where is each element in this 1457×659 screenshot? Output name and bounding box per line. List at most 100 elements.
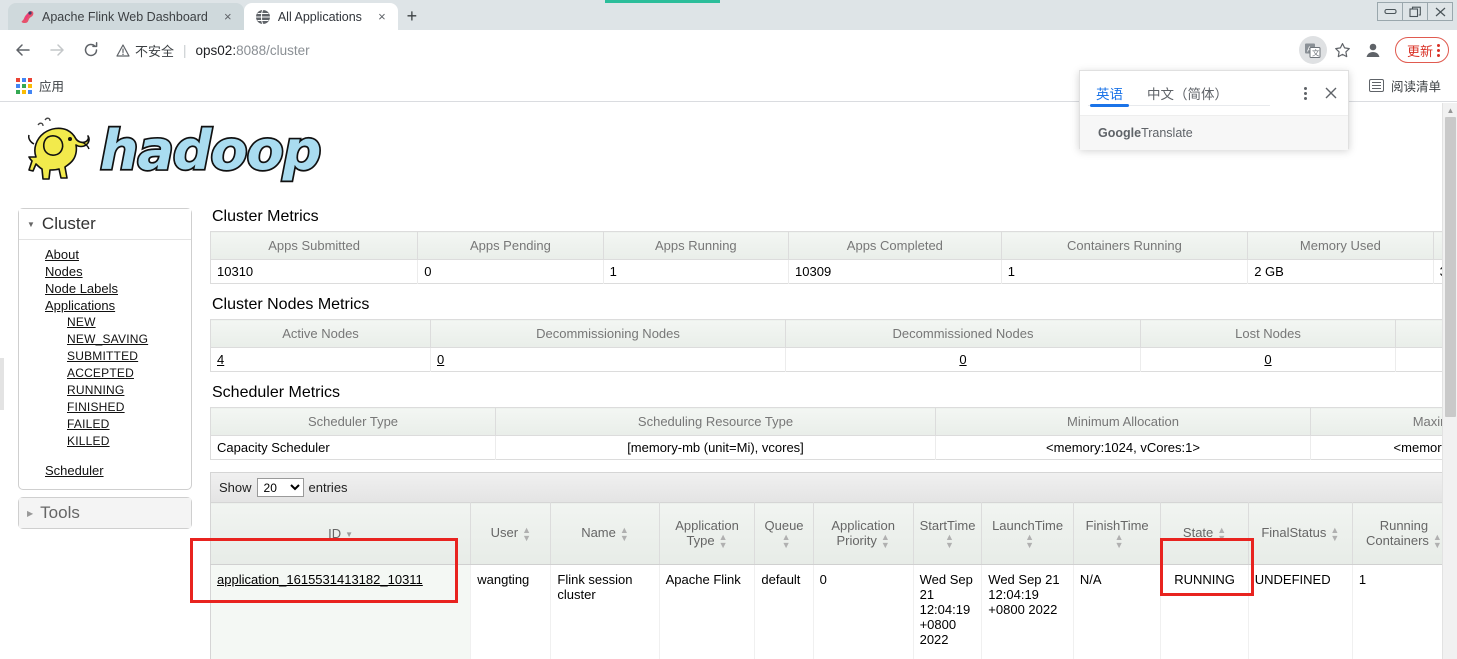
google-brand-label: Google	[1098, 126, 1142, 140]
sidebar-item-new[interactable]: NEW	[19, 314, 191, 331]
col-decommissioned-nodes[interactable]: Decommissioned Nodes	[785, 319, 1141, 348]
page-resize-handle[interactable]	[0, 358, 4, 410]
cell-maximum-allocation: <memory:8192, vCores:8>	[1310, 435, 1457, 460]
cell-active-nodes[interactable]: 4	[217, 352, 224, 367]
sidebar-item-applications[interactable]: Applications	[19, 297, 191, 314]
sidebar-item-submitted[interactable]: SUBMITTED	[19, 348, 191, 365]
minimize-icon[interactable]	[1377, 2, 1403, 21]
three-dot-menu-icon[interactable]	[1437, 43, 1440, 57]
window-controls	[1377, 2, 1453, 21]
avatar-icon[interactable]	[1359, 36, 1387, 64]
sidebar-item-finished[interactable]: FINISHED	[19, 399, 191, 416]
three-dot-menu-icon[interactable]	[1292, 80, 1318, 106]
sidebar-item-failed[interactable]: FAILED	[19, 416, 191, 433]
col-apps-submitted[interactable]: Apps Submitted	[210, 231, 419, 260]
translate-tab-english[interactable]: 英语	[1084, 71, 1135, 115]
col-finalstatus[interactable]: FinalStatus ▲ ▼	[1248, 502, 1353, 565]
col-decommissioning-nodes[interactable]: Decommissioning Nodes	[430, 319, 786, 348]
sort-desc-icon: ▼	[345, 529, 354, 539]
svg-text:hadoop: hadoop	[100, 119, 320, 182]
col-launchtime[interactable]: LaunchTime ▲ ▼	[981, 502, 1074, 565]
not-secure-indicator[interactable]: 不安全	[116, 41, 174, 60]
cell-scheduling-resource-type: [memory-mb (unit=Mi), vcores]	[495, 435, 936, 460]
new-tab-button[interactable]: +	[398, 3, 426, 30]
sidebar-item-running[interactable]: RUNNING	[19, 382, 191, 399]
sidebar-cluster-header[interactable]: ▼ Cluster	[19, 209, 191, 240]
col-apps-completed[interactable]: Apps Completed	[788, 231, 1002, 260]
sort-both-icon: ▲ ▼	[1217, 524, 1227, 543]
tab-strip: Apache Flink Web Dashboard × All Applica…	[0, 0, 426, 30]
col-running-containers[interactable]: Running Containers ▲ ▼	[1352, 502, 1457, 565]
col-user[interactable]: User ▲ ▼	[470, 502, 552, 565]
cell-decommissioning-nodes[interactable]: 0	[437, 352, 444, 367]
page-size-select[interactable]: 20 50 100	[256, 478, 304, 497]
application-id-link[interactable]: application_1615531413182_10311	[217, 572, 423, 587]
applications-table-wrapper: Show 20 50 100 entries ID▼	[210, 472, 1457, 659]
table-row: Capacity Scheduler [memory-mb (unit=Mi),…	[210, 435, 1457, 460]
col-scheduling-resource-type[interactable]: Scheduling Resource Type	[495, 407, 936, 436]
table-row[interactable]: application_1615531413182_10311 wangting…	[210, 564, 1457, 654]
col-finishtime[interactable]: FinishTime ▲ ▼	[1073, 502, 1162, 565]
col-active-nodes[interactable]: Active Nodes	[210, 319, 431, 348]
address-bar[interactable]: 不安全 | ops02:8088/cluster	[116, 36, 1299, 64]
cluster-nodes-metrics-title: Cluster Nodes Metrics	[212, 296, 370, 313]
sidebar-item-new-saving[interactable]: NEW_SAVING	[19, 331, 191, 348]
col-lost-nodes[interactable]: Lost Nodes	[1140, 319, 1396, 348]
warning-triangle-icon	[116, 43, 130, 57]
caret-down-icon: ▼	[27, 219, 35, 229]
browser-window: Apache Flink Web Dashboard × All Applica…	[0, 0, 1457, 659]
tab-close-icon[interactable]: ×	[221, 10, 235, 23]
close-icon[interactable]	[1318, 80, 1344, 106]
col-name[interactable]: Name ▲ ▼	[550, 502, 660, 565]
scroll-up-arrow-icon[interactable]: ▲	[1443, 103, 1457, 117]
sidebar-item-killed[interactable]: KILLED	[19, 433, 191, 450]
col-application-type[interactable]: Application Type ▲ ▼	[659, 502, 756, 565]
star-icon[interactable]	[1329, 36, 1357, 64]
sidebar-cluster-title: Cluster	[41, 214, 96, 233]
restore-icon[interactable]	[1402, 2, 1428, 21]
sidebar-item-node-labels[interactable]: Node Labels	[19, 280, 191, 297]
sidebar-item-nodes[interactable]: Nodes	[19, 263, 191, 280]
col-application-priority[interactable]: Application Priority ▲ ▼	[813, 502, 914, 565]
cell-finishtime: N/A	[1073, 564, 1162, 654]
cell-apps-running: 1	[603, 259, 790, 284]
table-row: 4 0 0 0 0	[210, 347, 1457, 372]
col-id[interactable]: ID ▼	[210, 502, 472, 565]
scrollbar-thumb[interactable]	[1445, 117, 1456, 417]
col-memory-used[interactable]: Memory Used	[1247, 231, 1434, 260]
sidebar-item-about[interactable]: About	[19, 246, 191, 263]
translate-tab-chinese[interactable]: 中文（简体）	[1135, 71, 1240, 115]
sidebar-panel-cluster: ▼ Cluster About Nodes Node Labels Applic…	[18, 208, 192, 490]
col-containers-running[interactable]: Containers Running	[1001, 231, 1249, 260]
cell-lost-nodes[interactable]: 0	[1264, 352, 1271, 367]
sidebar-tools-title: Tools	[40, 503, 80, 522]
translate-icon[interactable]: A文	[1298, 36, 1327, 64]
back-arrow-icon[interactable]	[8, 35, 38, 65]
col-maximum-allocation[interactable]: Maximum Allocation	[1310, 407, 1457, 436]
sidebar-item-scheduler[interactable]: Scheduler	[19, 462, 191, 479]
col-apps-running[interactable]: Apps Running	[603, 231, 790, 260]
url-port: 8088	[236, 42, 267, 58]
browser-tab-all-applications[interactable]: All Applications ×	[243, 3, 398, 30]
browser-tab-flink[interactable]: Apache Flink Web Dashboard ×	[8, 3, 244, 30]
reading-list-button[interactable]: 阅读清单	[1368, 76, 1447, 95]
bookmark-apps[interactable]: 应用	[10, 76, 70, 95]
reading-list-icon	[1368, 79, 1384, 92]
cell-decommissioned-nodes[interactable]: 0	[959, 352, 966, 367]
close-icon[interactable]	[1427, 2, 1453, 21]
col-scheduler-type[interactable]: Scheduler Type	[210, 407, 496, 436]
update-button[interactable]: 更新	[1394, 37, 1449, 63]
col-starttime[interactable]: StartTime ▲ ▼	[913, 502, 983, 565]
page-scrollbar-vertical[interactable]: ▲	[1442, 103, 1457, 659]
cell-application-type: Apache Flink	[659, 564, 756, 654]
col-queue[interactable]: Queue ▲ ▼	[754, 502, 814, 565]
col-apps-pending[interactable]: Apps Pending	[417, 231, 604, 260]
translate-popup-tabs: 英语 中文（简体）	[1080, 71, 1348, 115]
col-state[interactable]: State ▲ ▼	[1160, 502, 1249, 565]
col-minimum-allocation[interactable]: Minimum Allocation	[935, 407, 1311, 436]
reload-icon[interactable]	[76, 35, 106, 65]
sidebar: ▼ Cluster About Nodes Node Labels Applic…	[18, 208, 192, 529]
tab-close-icon[interactable]: ×	[375, 10, 389, 23]
sidebar-tools-header[interactable]: ▶ Tools	[19, 498, 191, 528]
sidebar-item-accepted[interactable]: ACCEPTED	[19, 365, 191, 382]
